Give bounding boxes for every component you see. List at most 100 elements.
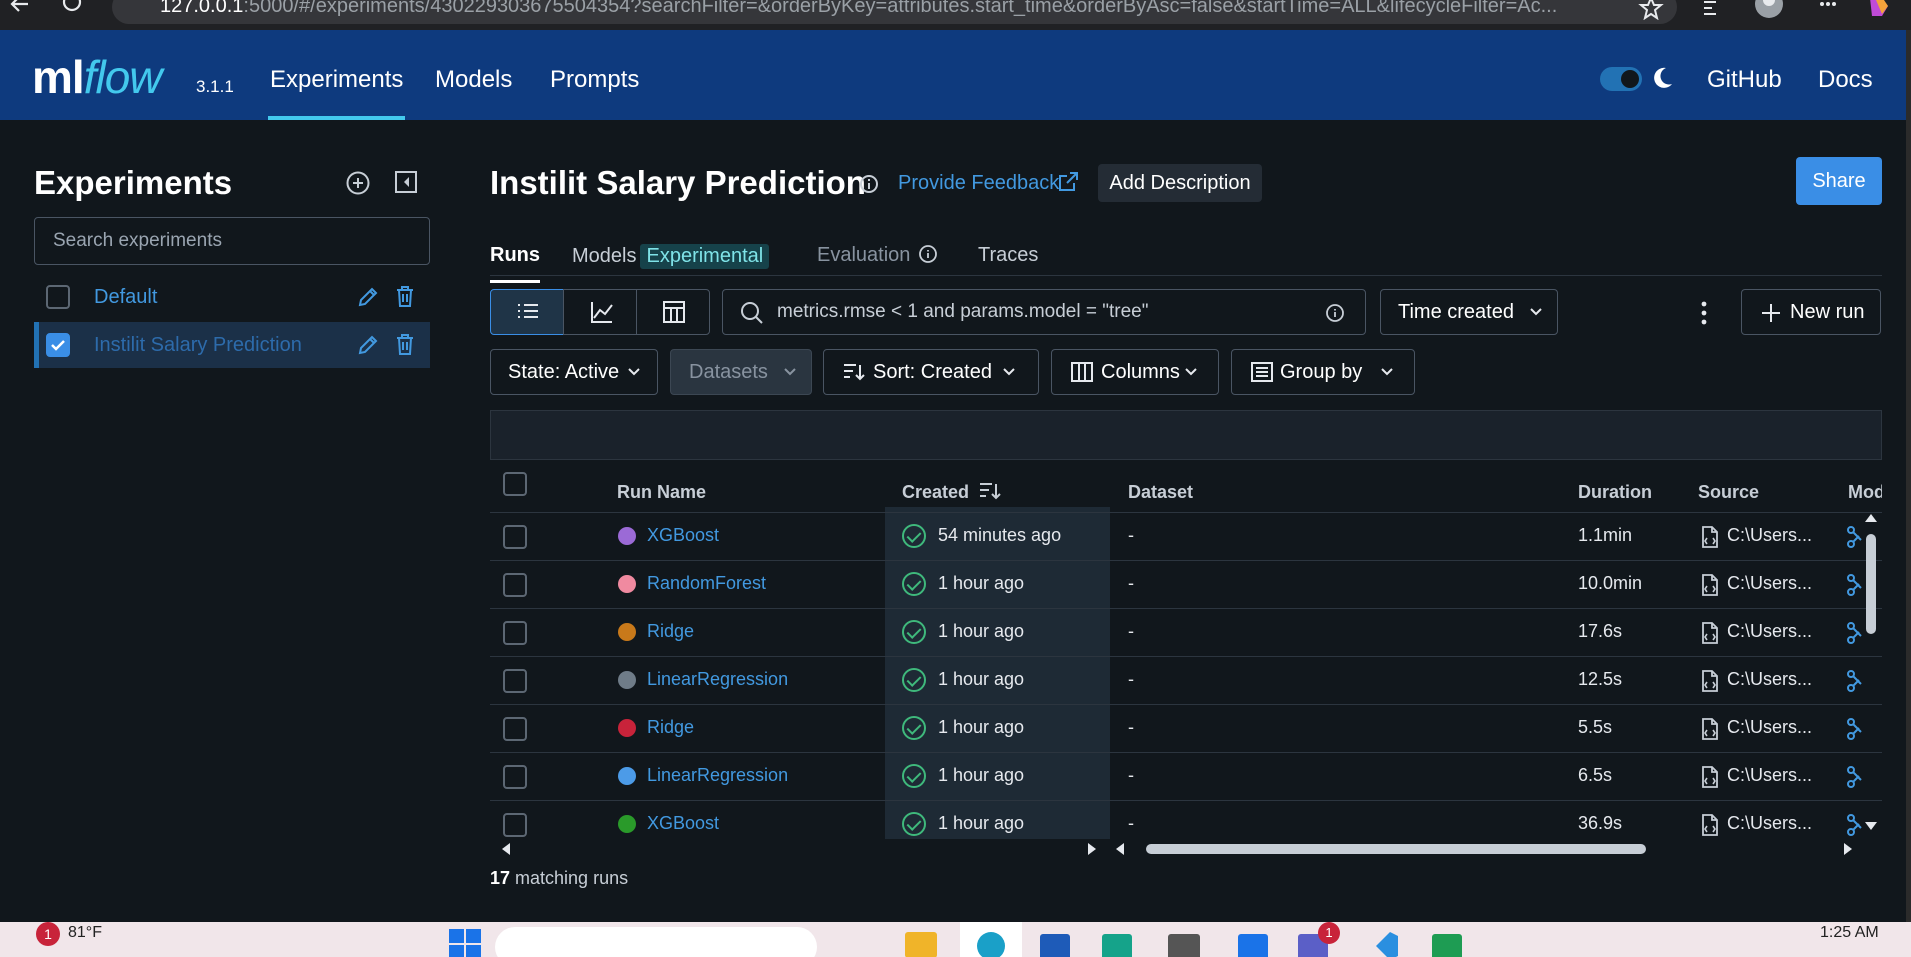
- run-name-link[interactable]: Ridge: [647, 621, 694, 642]
- run-name-link[interactable]: LinearRegression: [647, 669, 788, 690]
- tab-models[interactable]: Models Experimental: [572, 244, 770, 269]
- group-by-dropdown[interactable]: Group by: [1231, 349, 1415, 395]
- app-icon[interactable]: [1102, 934, 1132, 957]
- sidebar-item-label[interactable]: Default: [94, 286, 157, 309]
- run-color-dot[interactable]: [618, 527, 636, 545]
- run-source[interactable]: C:\Users...: [1727, 765, 1812, 786]
- table-row[interactable]: XGBoost 54 minutes ago - 1.1min C:\Users...: [490, 512, 1882, 560]
- provide-feedback-link[interactable]: Provide Feedback: [898, 172, 1059, 195]
- add-experiment-icon[interactable]: [345, 170, 371, 196]
- run-source[interactable]: C:\Users...: [1727, 813, 1812, 834]
- taskbar-search-box[interactable]: [495, 927, 817, 957]
- nav-experiments[interactable]: Experiments: [267, 66, 406, 121]
- col-dataset[interactable]: Dataset: [1128, 482, 1193, 503]
- sidebar-item-default[interactable]: Default: [34, 274, 430, 320]
- select-all-checkbox[interactable]: [503, 472, 527, 496]
- excel-icon[interactable]: [1432, 934, 1462, 957]
- edit-icon[interactable]: [356, 333, 380, 357]
- artifact-view-button[interactable]: [636, 289, 710, 335]
- row-checkbox[interactable]: [503, 669, 527, 693]
- collapse-sidebar-icon[interactable]: [394, 170, 418, 194]
- menu-dots-icon[interactable]: [1818, 0, 1838, 16]
- table-row[interactable]: Ridge 1 hour ago - 5.5s C:\Users...: [490, 704, 1882, 752]
- profile-icon[interactable]: [1752, 0, 1786, 22]
- run-name-link[interactable]: RandomForest: [647, 573, 766, 594]
- col-source[interactable]: Source: [1698, 482, 1759, 503]
- columns-dropdown[interactable]: Columns: [1051, 349, 1219, 395]
- run-source[interactable]: C:\Users...: [1727, 669, 1812, 690]
- run-name-link[interactable]: Ridge: [647, 717, 694, 738]
- app-icon[interactable]: [1168, 934, 1200, 957]
- col-created[interactable]: Created: [902, 482, 969, 503]
- star-icon[interactable]: [1638, 0, 1664, 20]
- docs-link[interactable]: Docs: [1818, 66, 1873, 94]
- col-models[interactable]: Mod: [1848, 482, 1882, 503]
- delete-icon[interactable]: [394, 332, 416, 356]
- row-checkbox[interactable]: [503, 573, 527, 597]
- windows-start-icon[interactable]: [448, 928, 482, 957]
- state-filter-dropdown[interactable]: State: Active: [490, 349, 658, 395]
- run-color-dot[interactable]: [618, 671, 636, 689]
- pinned-horizontal-scrollbar[interactable]: [490, 840, 1108, 858]
- runs-search-input[interactable]: metrics.rmse < 1 and params.model = "tre…: [722, 289, 1366, 335]
- nav-prompts[interactable]: Prompts: [550, 66, 639, 94]
- table-view-button[interactable]: [490, 289, 564, 335]
- evaluation-info-icon[interactable]: [918, 244, 938, 264]
- row-checkbox[interactable]: [503, 765, 527, 789]
- theme-toggle[interactable]: [1600, 67, 1642, 91]
- sidebar-item-instilit-salary-prediction[interactable]: Instilit Salary Prediction: [34, 322, 430, 368]
- copilot-icon[interactable]: [1866, 0, 1892, 20]
- run-color-dot[interactable]: [618, 623, 636, 641]
- search-help-icon[interactable]: [1325, 303, 1345, 323]
- table-row[interactable]: LinearRegression 1 hour ago - 6.5s C:\Users.…: [490, 752, 1882, 800]
- run-color-dot[interactable]: [618, 575, 636, 593]
- run-color-dot[interactable]: [618, 767, 636, 785]
- reading-list-icon[interactable]: [1700, 0, 1726, 20]
- run-color-dot[interactable]: [618, 719, 636, 737]
- delete-icon[interactable]: [394, 284, 416, 308]
- run-name-link[interactable]: LinearRegression: [647, 765, 788, 786]
- run-name-link[interactable]: XGBoost: [647, 813, 719, 834]
- run-color-dot[interactable]: [618, 815, 636, 833]
- table-row[interactable]: Ridge 1 hour ago - 17.6s C:\Users...: [490, 608, 1882, 656]
- edit-icon[interactable]: [356, 285, 380, 309]
- mlflow-logo[interactable]: mlflow: [32, 50, 162, 104]
- sort-dropdown[interactable]: Sort: Created: [823, 349, 1039, 395]
- nav-models[interactable]: Models: [435, 66, 512, 94]
- row-checkbox[interactable]: [503, 717, 527, 741]
- run-source[interactable]: C:\Users...: [1727, 525, 1812, 546]
- col-duration[interactable]: Duration: [1578, 482, 1652, 503]
- vscode-icon[interactable]: [1368, 930, 1400, 957]
- info-icon[interactable]: [858, 173, 880, 195]
- table-row[interactable]: RandomForest 1 hour ago - 10.0min C:\Users..…: [490, 560, 1882, 608]
- clock[interactable]: 1:25 AM: [1820, 924, 1879, 942]
- col-run-name[interactable]: Run Name: [617, 482, 706, 503]
- github-link[interactable]: GitHub: [1707, 66, 1782, 94]
- app-icon[interactable]: [1238, 934, 1268, 957]
- kebab-menu-icon[interactable]: [1697, 300, 1711, 326]
- tab-runs[interactable]: Runs: [490, 244, 540, 283]
- external-link-icon[interactable]: [1056, 170, 1080, 194]
- add-description-button[interactable]: Add Description: [1098, 164, 1262, 202]
- datasets-filter-dropdown[interactable]: Datasets: [670, 349, 812, 395]
- tab-evaluation[interactable]: Evaluation: [817, 244, 910, 267]
- search-experiments-input[interactable]: Search experiments: [34, 217, 430, 265]
- table-row[interactable]: LinearRegression 1 hour ago - 12.5s C:\Users…: [490, 656, 1882, 704]
- vertical-scrollbar[interactable]: [1862, 512, 1880, 842]
- run-source[interactable]: C:\Users...: [1727, 621, 1812, 642]
- run-source[interactable]: C:\Users...: [1727, 717, 1812, 738]
- experiment-checkbox[interactable]: [46, 285, 70, 309]
- file-explorer-icon[interactable]: [905, 932, 937, 957]
- tab-traces[interactable]: Traces: [978, 244, 1038, 267]
- weather-temp[interactable]: 81°F: [68, 924, 102, 942]
- row-checkbox[interactable]: [503, 621, 527, 645]
- run-name-link[interactable]: XGBoost: [647, 525, 719, 546]
- share-button[interactable]: Share: [1796, 157, 1882, 205]
- time-created-dropdown[interactable]: Time created: [1380, 289, 1558, 335]
- chart-view-button[interactable]: [563, 289, 637, 335]
- edge-taskbar-button[interactable]: [960, 922, 1022, 957]
- main-horizontal-scrollbar[interactable]: [1112, 840, 1862, 858]
- row-checkbox[interactable]: [503, 525, 527, 549]
- new-run-button[interactable]: New run: [1741, 289, 1881, 335]
- address-bar[interactable]: 127.0.0.1:5000/#/experiments/43022930367…: [112, 0, 1677, 24]
